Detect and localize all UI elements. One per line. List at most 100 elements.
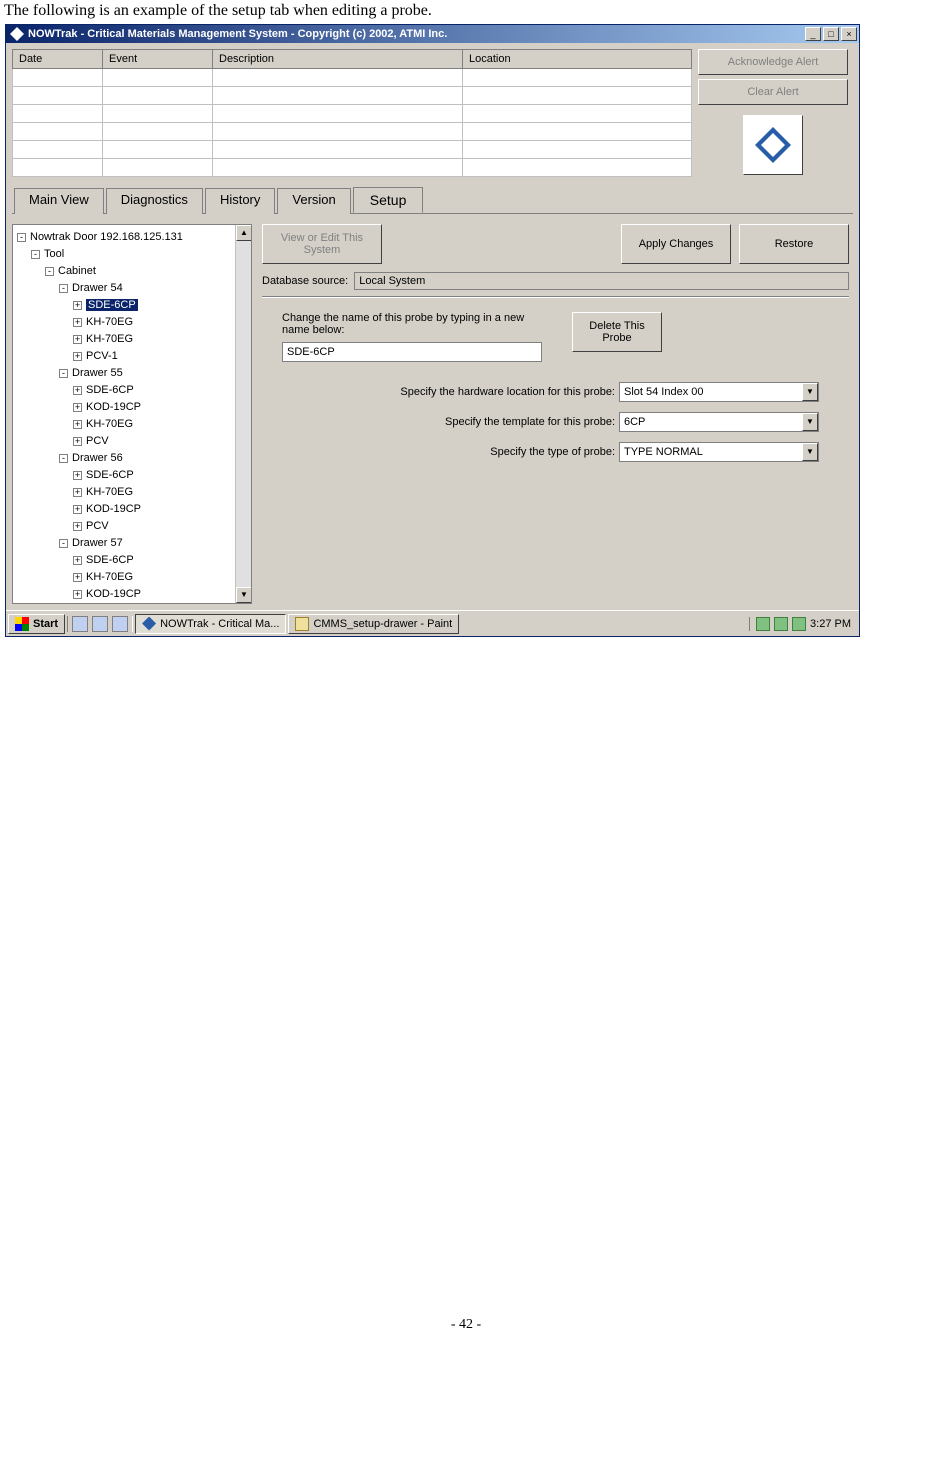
taskbar-item-paint[interactable]: CMMS_setup-drawer - Paint <box>288 614 459 634</box>
titlebar: NOWTrak - Critical Materials Management … <box>6 25 859 43</box>
tree-node-probe[interactable]: KH-70EG <box>86 316 133 328</box>
expand-icon[interactable]: + <box>73 471 82 480</box>
tree-node-probe[interactable]: KOD-19CP <box>86 588 141 600</box>
tree-node-drawer[interactable]: Drawer 54 <box>72 282 123 294</box>
collapse-icon[interactable]: - <box>17 233 26 242</box>
expand-icon[interactable]: + <box>73 437 82 446</box>
table-row[interactable] <box>13 159 692 177</box>
probe-type-combo[interactable]: TYPE NORMAL ▼ <box>619 442 819 462</box>
scroll-up-icon[interactable]: ▲ <box>236 225 252 241</box>
tree-node-probe[interactable]: SDE-6CP <box>86 469 134 481</box>
col-description[interactable]: Description <box>213 50 463 69</box>
tree-node-tool[interactable]: Tool <box>44 248 64 260</box>
template-combo[interactable]: 6CP ▼ <box>619 412 819 432</box>
tree-node-probe-selected[interactable]: SDE-6CP <box>86 299 138 311</box>
table-row[interactable] <box>13 123 692 141</box>
quick-launch-icon[interactable] <box>72 616 88 632</box>
chevron-down-icon[interactable]: ▼ <box>802 383 818 401</box>
app-icon <box>142 617 156 631</box>
probe-type-label: Specify the type of probe: <box>490 446 615 458</box>
tab-main-view[interactable]: Main View <box>14 188 104 214</box>
col-date[interactable]: Date <box>13 50 103 69</box>
tree-node-probe[interactable]: SDE-6CP <box>86 554 134 566</box>
hardware-location-combo[interactable]: Slot 54 Index 00 ▼ <box>619 382 819 402</box>
table-row[interactable] <box>13 69 692 87</box>
clear-alert-button[interactable]: Clear Alert <box>698 79 848 105</box>
tray-icon[interactable] <box>792 617 806 631</box>
tab-history[interactable]: History <box>205 188 275 214</box>
tree-node-probe[interactable]: PCV <box>86 435 109 447</box>
tree-root[interactable]: Nowtrak Door 192.168.125.131 <box>30 231 183 243</box>
expand-icon[interactable]: + <box>73 488 82 497</box>
divider <box>262 296 849 298</box>
navigation-tree[interactable]: -Nowtrak Door 192.168.125.131 -Tool -Cab… <box>12 224 252 604</box>
expand-icon[interactable]: + <box>73 335 82 344</box>
tree-node-drawer[interactable]: Drawer 56 <box>72 452 123 464</box>
quick-launch-icon[interactable] <box>92 616 108 632</box>
tray-icon[interactable] <box>774 617 788 631</box>
apply-changes-button[interactable]: Apply Changes <box>621 224 731 264</box>
table-row[interactable] <box>13 141 692 159</box>
tree-node-probe[interactable]: PCV <box>86 520 109 532</box>
table-row[interactable] <box>13 87 692 105</box>
tree-node-drawer[interactable]: Drawer 57 <box>72 537 123 549</box>
tray-icon[interactable] <box>756 617 770 631</box>
chevron-down-icon[interactable]: ▼ <box>802 443 818 461</box>
maximize-button[interactable]: □ <box>823 27 839 41</box>
view-edit-system-button[interactable]: View or Edit This System <box>262 224 382 264</box>
collapse-icon[interactable]: - <box>59 454 68 463</box>
expand-icon[interactable]: + <box>73 522 82 531</box>
tree-node-drawer[interactable]: Drawer 55 <box>72 367 123 379</box>
tree-node-probe[interactable]: PCV-1 <box>86 350 118 362</box>
collapse-icon[interactable]: - <box>59 539 68 548</box>
system-tray: 3:27 PM <box>749 617 857 631</box>
expand-icon[interactable]: + <box>73 573 82 582</box>
collapse-icon[interactable]: - <box>59 369 68 378</box>
expand-icon[interactable]: + <box>73 301 82 310</box>
collapse-icon[interactable]: - <box>59 284 68 293</box>
taskbar-item-nowtrak[interactable]: NOWTrak - Critical Ma... <box>135 614 286 634</box>
chevron-down-icon[interactable]: ▼ <box>802 413 818 431</box>
tab-setup[interactable]: Setup <box>353 187 424 213</box>
paint-icon <box>295 617 309 631</box>
tree-node-cabinet[interactable]: Cabinet <box>58 265 96 277</box>
taskbar-item-label: CMMS_setup-drawer - Paint <box>313 618 452 630</box>
expand-icon[interactable]: + <box>73 352 82 361</box>
clock: 3:27 PM <box>810 618 851 630</box>
expand-icon[interactable]: + <box>73 386 82 395</box>
minimize-button[interactable]: _ <box>805 27 821 41</box>
tab-diagnostics[interactable]: Diagnostics <box>106 188 203 214</box>
col-event[interactable]: Event <box>103 50 213 69</box>
expand-icon[interactable]: + <box>73 420 82 429</box>
taskbar-item-label: NOWTrak - Critical Ma... <box>160 618 279 630</box>
expand-icon[interactable]: + <box>73 556 82 565</box>
tree-node-probe[interactable]: KH-70EG <box>86 486 133 498</box>
tree-node-probe[interactable]: KH-70EG <box>86 571 133 583</box>
restore-button[interactable]: Restore <box>739 224 849 264</box>
tab-version[interactable]: Version <box>277 188 350 214</box>
table-row[interactable] <box>13 105 692 123</box>
scroll-down-icon[interactable]: ▼ <box>236 587 252 603</box>
expand-icon[interactable]: + <box>73 318 82 327</box>
db-source-label: Database source: <box>262 275 348 287</box>
expand-icon[interactable]: + <box>73 505 82 514</box>
tree-node-probe[interactable]: KOD-19CP <box>86 503 141 515</box>
company-logo <box>743 115 803 175</box>
expand-icon[interactable]: + <box>73 403 82 412</box>
tree-node-probe[interactable]: SDE-6CP <box>86 384 134 396</box>
delete-probe-button[interactable]: Delete This Probe <box>572 312 662 352</box>
tree-node-probe[interactable]: KH-70EG <box>86 418 133 430</box>
collapse-icon[interactable]: - <box>45 267 54 276</box>
close-button[interactable]: × <box>841 27 857 41</box>
quick-launch-icon[interactable] <box>112 616 128 632</box>
expand-icon[interactable]: + <box>73 590 82 599</box>
collapse-icon[interactable]: - <box>31 250 40 259</box>
start-button[interactable]: Start <box>8 614 65 634</box>
tree-node-probe[interactable]: KOD-19CP <box>86 401 141 413</box>
tree-scrollbar[interactable]: ▲ ▼ <box>235 225 251 603</box>
acknowledge-alert-button[interactable]: Acknowledge Alert <box>698 49 848 75</box>
col-location[interactable]: Location <box>463 50 692 69</box>
tree-node-probe[interactable]: KH-70EG <box>86 333 133 345</box>
probe-name-label: Change the name of this probe by typing … <box>282 312 542 336</box>
probe-name-input[interactable] <box>282 342 542 362</box>
